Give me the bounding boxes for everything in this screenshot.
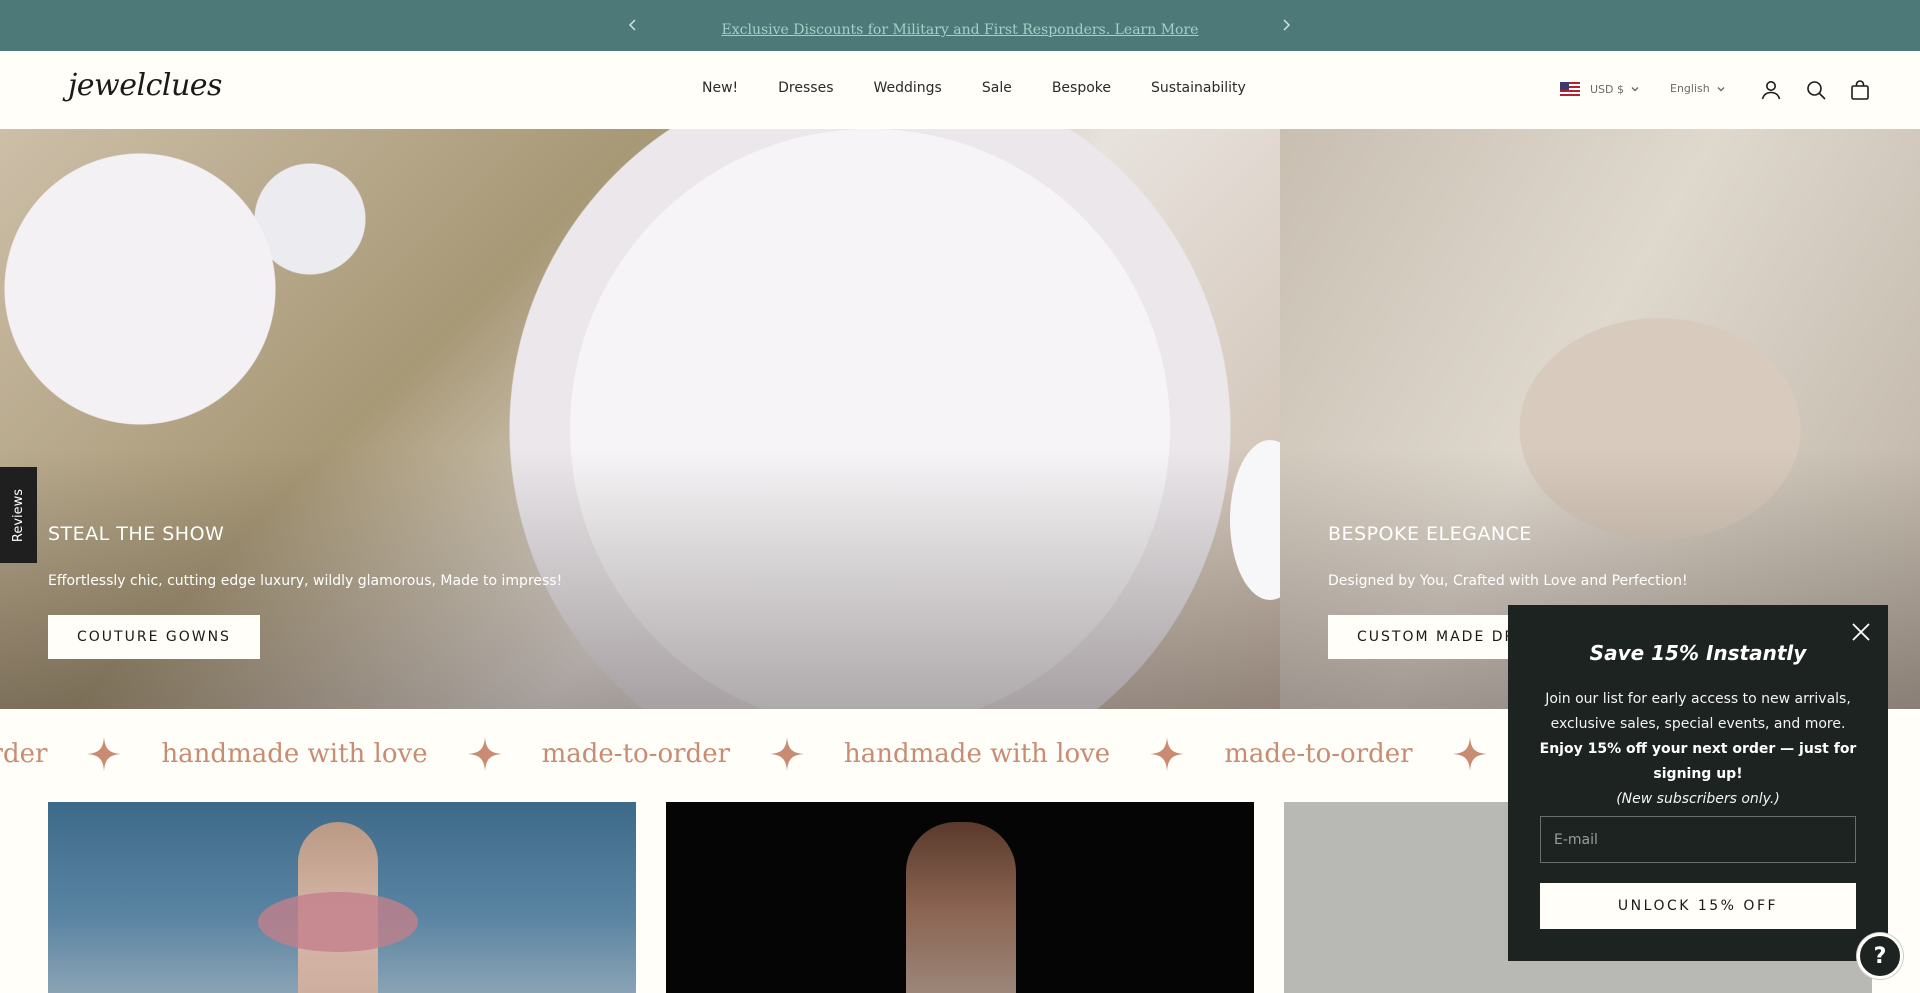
sparkle-icon <box>87 737 122 771</box>
popup-body-note: (New subscribers only.) <box>1616 791 1780 807</box>
popup-body: Join our list for early access to new ar… <box>1538 687 1858 812</box>
currency-selector[interactable]: USD $ <box>1560 82 1639 96</box>
site-logo[interactable]: jewelclues <box>68 68 222 103</box>
reviews-tab[interactable]: Reviews <box>0 467 37 563</box>
marquee-track: to-order handmade with love made-to-orde… <box>0 737 1527 771</box>
marquee-item: to-order <box>0 739 48 769</box>
product-image <box>906 822 1016 993</box>
marquee-item: made-to-order <box>541 739 731 769</box>
site-header: jewelclues New! Dresses Weddings Sale Be… <box>0 51 1920 129</box>
announcement-bar: Exclusive Discounts for Military and Fir… <box>0 0 1920 51</box>
hero-left-subtitle: Effortlessly chic, cutting edge luxury, … <box>48 573 563 589</box>
marquee-item: handmade with love <box>161 739 428 769</box>
sparkle-icon <box>1150 737 1185 771</box>
product-card[interactable] <box>666 802 1254 993</box>
nav-item-sustainability[interactable]: Sustainability <box>1151 80 1246 96</box>
help-icon: ? <box>1873 943 1887 969</box>
announcement-link[interactable]: Exclusive Discounts for Military and Fir… <box>722 22 1199 38</box>
marquee-item: made-to-order <box>1224 739 1413 769</box>
marquee-item: handmade with love <box>844 739 1111 769</box>
hero-right-title: BESPOKE ELEGANCE <box>1328 523 1532 545</box>
language-label: English <box>1670 82 1710 95</box>
popup-close-button[interactable] <box>1850 621 1872 643</box>
cart-button[interactable] <box>1848 78 1872 102</box>
sparkle-icon <box>1452 737 1487 771</box>
newsletter-popup: Save 15% Instantly Join our list for ear… <box>1508 605 1888 961</box>
popup-title: Save 15% Instantly <box>1589 641 1807 665</box>
sparkle-icon <box>467 737 502 771</box>
nav-item-new[interactable]: New! <box>702 80 738 96</box>
currency-label: USD $ <box>1590 82 1624 96</box>
hero-right-subtitle: Designed by You, Crafted with Love and P… <box>1328 573 1688 589</box>
sparkle-icon <box>770 737 805 771</box>
language-selector[interactable]: English <box>1670 82 1725 95</box>
chevron-right-icon <box>1283 19 1291 31</box>
close-icon <box>1852 623 1870 641</box>
product-image <box>258 822 418 993</box>
nav-item-bespoke[interactable]: Bespoke <box>1052 80 1111 96</box>
chevron-left-icon <box>628 19 636 31</box>
hero-left-banner: STEAL THE SHOW Effortlessly chic, cuttin… <box>0 129 1280 709</box>
main-nav: New! Dresses Weddings Sale Bespoke Susta… <box>702 80 1246 96</box>
hero-left-title: STEAL THE SHOW <box>48 523 225 545</box>
unlock-discount-button[interactable]: UNLOCK 15% OFF <box>1540 883 1856 929</box>
couture-gowns-button[interactable]: COUTURE GOWNS <box>48 615 260 659</box>
popup-body-offer: Enjoy 15% off your next order — just for… <box>1539 741 1857 782</box>
us-flag-icon <box>1560 82 1580 96</box>
chevron-down-icon <box>1631 87 1639 92</box>
announcement-next-button[interactable] <box>1275 14 1297 36</box>
nav-item-weddings[interactable]: Weddings <box>874 80 942 96</box>
nav-item-dresses[interactable]: Dresses <box>778 80 833 96</box>
chevron-down-icon <box>1717 86 1725 91</box>
account-icon <box>1761 81 1781 100</box>
cart-icon <box>1851 80 1869 100</box>
reviews-tab-label: Reviews <box>11 488 26 542</box>
account-button[interactable] <box>1759 78 1783 102</box>
nav-item-sale[interactable]: Sale <box>982 80 1012 96</box>
search-icon <box>1807 81 1826 100</box>
email-field[interactable] <box>1540 816 1856 863</box>
popup-body-text: Join our list for early access to new ar… <box>1545 691 1851 732</box>
help-chat-button[interactable]: ? <box>1857 933 1903 979</box>
announcement-prev-button[interactable] <box>622 14 644 36</box>
product-card[interactable] <box>48 802 636 993</box>
hero-left-content: STEAL THE SHOW Effortlessly chic, cuttin… <box>48 523 562 659</box>
search-button[interactable] <box>1804 78 1828 102</box>
